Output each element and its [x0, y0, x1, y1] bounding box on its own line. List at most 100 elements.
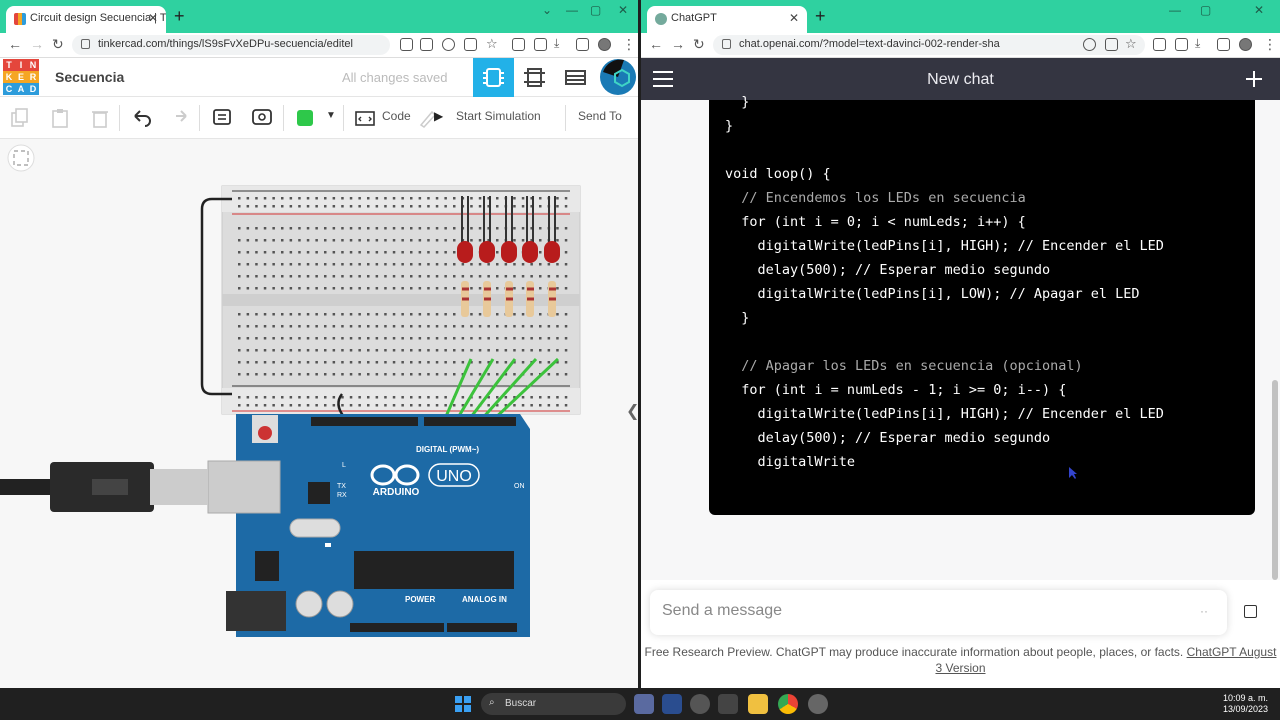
tinkercad-tab[interactable]: Circuit design Secuencia | Tinke ✕	[6, 6, 166, 33]
redo-icon[interactable]	[170, 108, 190, 128]
red-led[interactable]	[457, 241, 473, 263]
chevron-down-icon[interactable]: ▼	[326, 110, 336, 121]
undo-icon[interactable]	[131, 108, 151, 128]
breadboard-hole	[349, 404, 353, 407]
download-icon[interactable]: ⤓	[554, 36, 559, 51]
wire-color-swatch[interactable]	[297, 110, 313, 126]
chrome-icon[interactable]	[778, 694, 798, 714]
red-led[interactable]	[501, 241, 517, 263]
puzzle-icon[interactable]	[1175, 38, 1188, 51]
code-icon[interactable]	[355, 108, 375, 128]
bookmark-star-icon[interactable]: ☆	[1125, 36, 1137, 52]
breadboard-hole	[521, 275, 525, 278]
menu-dots-icon[interactable]: ⋮	[622, 36, 636, 53]
code-button[interactable]: Code	[382, 109, 411, 123]
forward-arrow-icon[interactable]: →	[30, 36, 44, 52]
app-notification-icon[interactable]	[808, 694, 828, 714]
url-input[interactable]: tinkercad.com/things/lS9sFvXeDPu-secuenc…	[72, 35, 390, 55]
share-icon[interactable]	[464, 38, 477, 51]
reload-icon[interactable]: ↻	[693, 36, 705, 53]
breadboard-hole	[384, 349, 387, 352]
logo-letter: D	[27, 83, 39, 95]
collapse-panel-icon[interactable]: ❮	[626, 401, 638, 421]
usb-cable[interactable]	[0, 462, 208, 512]
paste-icon[interactable]	[50, 108, 70, 128]
red-led[interactable]	[522, 241, 538, 263]
breadboard-hole	[461, 361, 465, 364]
phone-link-icon[interactable]	[718, 694, 738, 714]
install-icon[interactable]	[400, 38, 413, 51]
breadboard-hole	[255, 239, 258, 242]
new-tab-icon[interactable]: +	[174, 6, 185, 27]
user-avatar[interactable]	[598, 58, 638, 97]
copy-icon[interactable]	[10, 108, 30, 128]
breadboard-hole	[444, 337, 447, 340]
breadboard-hole	[444, 325, 447, 328]
fit-view-icon[interactable]	[7, 144, 35, 172]
minimize-icon[interactable]: —	[1169, 3, 1181, 17]
download-icon[interactable]: ⤓	[1195, 36, 1200, 51]
logo-letter: A	[15, 83, 27, 95]
restore-icon[interactable]: ▢	[1200, 3, 1211, 17]
restore-icon[interactable]: ▢	[590, 3, 601, 17]
chatgpt-tab[interactable]: ChatGPT ✕	[647, 6, 807, 33]
close-tab-icon[interactable]: ✕	[789, 11, 799, 25]
close-window-icon[interactable]: ✕	[618, 3, 628, 17]
breadboard-hole	[384, 263, 387, 266]
url-input[interactable]: chat.openai.com/?model=text-davinci-002-…	[713, 35, 1145, 55]
breadboard-hole	[315, 373, 318, 376]
red-led[interactable]	[479, 241, 495, 263]
camera-app-icon[interactable]	[690, 694, 710, 714]
breadboard-hole	[547, 404, 551, 407]
extension-icon[interactable]	[512, 38, 525, 51]
sidepanel-icon[interactable]	[1217, 38, 1230, 51]
back-arrow-icon[interactable]: ←	[8, 36, 22, 52]
profile-icon[interactable]	[1239, 38, 1252, 51]
menu-dots-icon[interactable]: ⋮	[1263, 36, 1277, 53]
component-list-button[interactable]	[555, 58, 596, 97]
scrollbar-thumb[interactable]	[1272, 380, 1278, 580]
profile-icon[interactable]	[598, 38, 611, 51]
delete-icon[interactable]	[90, 108, 110, 128]
note-icon[interactable]	[212, 108, 232, 128]
taskbar-search[interactable]: ⌕ Buscar	[481, 693, 626, 715]
new-tab-icon[interactable]: +	[815, 6, 826, 27]
stop-generating-icon[interactable]	[1244, 605, 1257, 618]
breadboard-hole	[298, 197, 301, 200]
bookmark-star-icon[interactable]: ☆	[486, 36, 498, 52]
schematic-view-button[interactable]	[514, 58, 555, 97]
close-window-icon[interactable]: ✕	[1254, 3, 1264, 17]
translate-icon[interactable]	[420, 38, 433, 51]
share-icon[interactable]	[1105, 38, 1118, 51]
design-name[interactable]: Secuencia	[55, 69, 124, 85]
puzzle-icon[interactable]	[534, 38, 547, 51]
reload-icon[interactable]: ↻	[52, 36, 64, 53]
zoom-icon[interactable]	[1083, 38, 1096, 51]
extension-icon[interactable]	[1153, 38, 1166, 51]
circuit-view-button[interactable]	[473, 58, 514, 97]
zoom-icon[interactable]	[442, 38, 455, 51]
start-simulation-button[interactable]: Start Simulation	[456, 109, 541, 123]
new-chat-plus-icon[interactable]	[1246, 71, 1262, 87]
tinkercad-logo[interactable]: T I N K E R C A D	[3, 59, 39, 95]
message-input[interactable]	[662, 602, 1162, 620]
media-player-icon[interactable]	[662, 694, 682, 714]
notes-visibility-icon[interactable]	[252, 108, 272, 128]
circuit-canvas[interactable]: UNO ARDUINO DIGITAL (PWM~) POWER ANALOG …	[0, 139, 638, 688]
windows-start-icon[interactable]	[455, 696, 471, 712]
breadboard-hole	[564, 396, 568, 399]
breadboard-hole	[539, 313, 542, 316]
send-to-button[interactable]: Send To	[578, 109, 622, 123]
breadboard-hole	[332, 373, 336, 376]
system-clock[interactable]: 10:09 a. m. 13/09/2023	[1223, 693, 1268, 715]
close-tab-icon[interactable]: ✕	[148, 11, 158, 25]
red-led[interactable]	[544, 241, 560, 263]
calculator-icon[interactable]	[634, 694, 654, 714]
back-arrow-icon[interactable]: ←	[649, 36, 663, 52]
forward-arrow-icon[interactable]: →	[671, 36, 685, 52]
chevron-down-icon[interactable]: ⌄	[542, 3, 552, 17]
sidepanel-icon[interactable]	[576, 38, 589, 51]
minimize-icon[interactable]: —	[566, 3, 578, 17]
file-explorer-icon[interactable]	[748, 694, 768, 714]
arduino-uno-board[interactable]: UNO ARDUINO DIGITAL (PWM~) POWER ANALOG …	[207, 414, 530, 637]
